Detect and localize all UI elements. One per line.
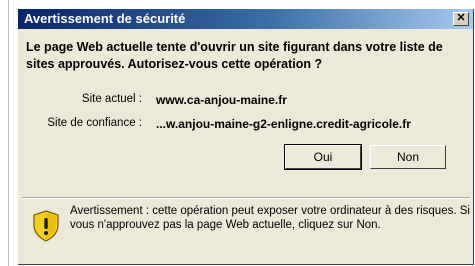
dialog-title: Avertissement de sécurité [24, 11, 186, 26]
current-site-label: Site actuel : [81, 93, 142, 105]
current-site-value: www.ca-anjou-maine.fr [156, 93, 287, 107]
trusted-site-row: Site de confiance : ...w.anjou-maine-g2-… [18, 117, 474, 133]
current-site-row: Site actuel : www.ca-anjou-maine.fr [18, 93, 474, 109]
warning-footer-text: Avertissement : cette opération peut exp… [70, 205, 470, 231]
yes-button[interactable]: Oui [285, 145, 361, 169]
close-icon: ✕ [456, 12, 466, 24]
security-warning-dialog: Avertissement de sécurité ✕ Le page Web … [18, 9, 474, 265]
warning-message: Le page Web actuelle tente d'ouvrir un s… [26, 40, 443, 71]
trusted-site-label: Site de confiance : [47, 117, 142, 129]
background-window-edge [0, 0, 18, 266]
no-button[interactable]: Non [370, 145, 446, 169]
close-button[interactable]: ✕ [453, 12, 469, 26]
dialog-titlebar[interactable]: Avertissement de sécurité ✕ [18, 9, 473, 29]
background-divider [8, 0, 9, 266]
shield-warning-icon [33, 210, 59, 242]
trusted-site-value: ...w.anjou-maine-g2-enligne.credit-agric… [156, 117, 411, 131]
divider-highlight [22, 198, 470, 199]
